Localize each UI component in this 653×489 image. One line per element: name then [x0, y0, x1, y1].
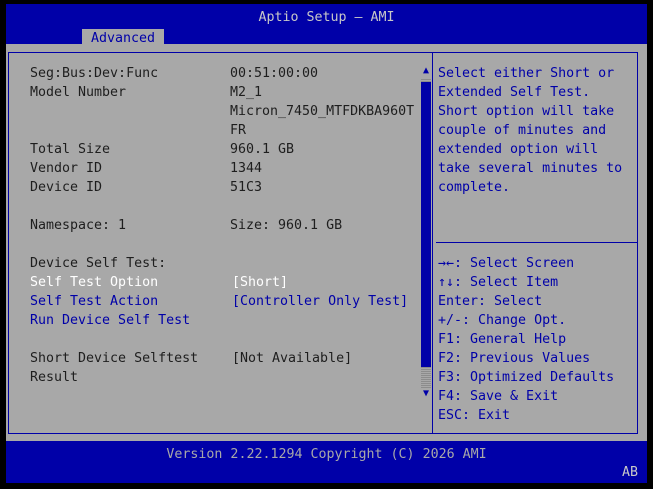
model-number-label: Model Number — [30, 85, 127, 100]
bios-screen: Aptio Setup – AMI Advanced Seg:Bus:Dev:F… — [0, 0, 653, 489]
help-text-line-2: Extended Self Test. — [438, 85, 591, 100]
short-selftest-result-label-line-2: Result — [30, 370, 79, 385]
help-text-line-5: extended option will — [438, 142, 599, 157]
device-id-label: Device ID — [30, 180, 103, 195]
main-panel: Seg:Bus:Dev:Func 00:51:00:00 Model Numbe… — [6, 44, 647, 441]
help-text-line-3: Short option will take — [438, 104, 615, 119]
model-number-value-line-2: Micron_7450_MTFDKBA960T — [230, 104, 415, 119]
vendor-id-label: Vendor ID — [30, 161, 103, 176]
key-hint-select-screen: →←: Select Screen — [438, 256, 575, 271]
namespace-label: Namespace: 1 — [30, 218, 127, 233]
help-text-line-7: complete. — [438, 180, 511, 195]
total-size-value: 960.1 GB — [230, 142, 295, 157]
panel-divider — [432, 52, 433, 434]
model-number-value-line-3: FR — [230, 123, 247, 138]
key-hint-change-opt: +/-: Change Opt. — [438, 313, 567, 328]
device-id-value: 51C3 — [230, 180, 263, 195]
key-hint-save-exit: F4: Save & Exit — [438, 389, 559, 404]
run-device-self-test-button[interactable]: Run Device Self Test — [30, 311, 190, 330]
post-code: AB — [621, 465, 638, 480]
scrollbar-thumb[interactable] — [421, 82, 431, 367]
self-test-action-value[interactable]: [Controller Only Test] — [232, 292, 408, 311]
self-test-option-value[interactable]: [Short] — [232, 273, 288, 292]
bottom-bar: Version 2.22.1294 Copyright (C) 2026 AMI… — [6, 441, 647, 483]
short-selftest-result-value: [Not Available] — [232, 351, 353, 366]
key-hint-previous-values: F2: Previous Values — [438, 351, 591, 366]
key-hint-optimized-defaults: F3: Optimized Defaults — [438, 370, 615, 385]
total-size-label: Total Size — [30, 142, 111, 157]
scroll-up-arrow-icon[interactable]: ▲ — [420, 65, 432, 77]
version-copyright: Version 2.22.1294 Copyright (C) 2026 AMI — [166, 447, 487, 462]
help-text-line-6: take several minutes to — [438, 161, 623, 176]
model-number-value-line-1: M2_1 — [230, 85, 263, 100]
namespace-size-value: Size: 960.1 GB — [230, 218, 343, 233]
scroll-down-arrow-icon[interactable]: ▼ — [420, 388, 432, 400]
key-hint-esc-exit: ESC: Exit — [438, 408, 511, 423]
key-hint-enter-select: Enter: Select — [438, 294, 543, 309]
seg-bus-dev-func-value: 00:51:00:00 — [230, 66, 319, 81]
window-title: Aptio Setup – AMI — [258, 10, 395, 25]
self-test-option-label[interactable]: Self Test Option — [30, 273, 158, 292]
help-divider — [436, 242, 638, 243]
help-text-line-4: couple of minutes and — [438, 123, 607, 138]
seg-bus-dev-func-label: Seg:Bus:Dev:Func — [30, 66, 159, 81]
key-hint-select-item: ↑↓: Select Item — [438, 275, 559, 290]
vendor-id-value: 1344 — [230, 161, 263, 176]
self-test-action-label[interactable]: Self Test Action — [30, 292, 158, 311]
help-text-line-1: Select either Short or — [438, 66, 615, 81]
device-self-test-heading: Device Self Test: — [30, 256, 167, 271]
top-bar: Aptio Setup – AMI Advanced — [6, 4, 647, 48]
key-hint-general-help: F1: General Help — [438, 332, 567, 347]
short-selftest-result-label-line-1: Short Device Selftest — [30, 351, 199, 366]
